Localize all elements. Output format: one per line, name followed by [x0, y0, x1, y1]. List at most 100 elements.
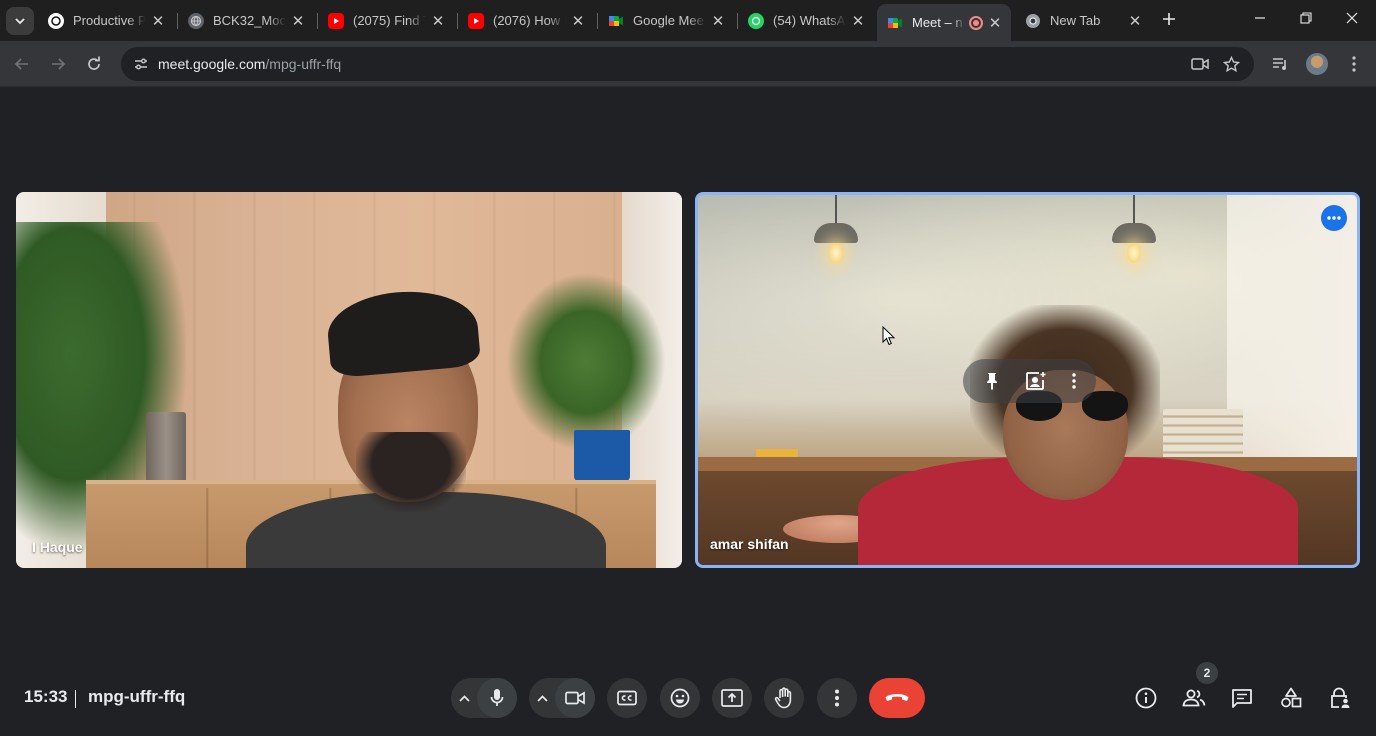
- leave-call-button[interactable]: [869, 678, 925, 718]
- camera-in-use-button[interactable]: [1188, 52, 1212, 76]
- browser-tab[interactable]: (2075) Find T ✕: [318, 6, 454, 35]
- participant-video: [356, 432, 466, 512]
- restore-button[interactable]: [1294, 8, 1318, 32]
- globe-icon: [188, 12, 204, 29]
- youtube-icon: [468, 12, 484, 29]
- people-icon: [1182, 689, 1206, 707]
- lamp-cord: [1133, 195, 1135, 223]
- audio-settings-button[interactable]: [451, 678, 477, 718]
- browser-tab[interactable]: (2076) How I ✕: [458, 6, 594, 35]
- frame-person-icon: [1025, 372, 1045, 390]
- browser-tab-active[interactable]: Meet – n ✕: [877, 4, 1011, 41]
- participant-name: I Haque: [32, 539, 83, 555]
- close-icon: [1346, 12, 1358, 24]
- browser-menu-button[interactable]: [1342, 52, 1366, 76]
- reload-button[interactable]: [82, 52, 106, 76]
- more-vert-icon: [1352, 56, 1356, 72]
- participant-tile-active-speaker[interactable]: amar shifan: [695, 192, 1360, 568]
- tab-title: (2076) How I: [493, 13, 566, 28]
- lock-person-icon: [1331, 687, 1350, 708]
- activities-button[interactable]: [1273, 680, 1309, 716]
- media-control-button[interactable]: [1268, 52, 1292, 76]
- new-tab-button[interactable]: [1157, 8, 1181, 32]
- close-icon[interactable]: ✕: [430, 12, 446, 30]
- close-icon[interactable]: ✕: [850, 12, 866, 30]
- avatar: [1306, 53, 1328, 75]
- pendant-lamp: [814, 223, 858, 243]
- browser-tab[interactable]: New Tab ✕: [1015, 6, 1151, 35]
- tile-hover-controls: [963, 359, 1096, 403]
- tab-title: Meet – n: [912, 15, 963, 30]
- back-button[interactable]: [10, 52, 34, 76]
- browser-tab[interactable]: (54) WhatsA ✕: [738, 6, 874, 35]
- forward-button[interactable]: [46, 52, 70, 76]
- info-icon: [1135, 687, 1157, 709]
- star-icon: [1222, 55, 1240, 72]
- youtube-icon: [328, 12, 344, 29]
- close-icon[interactable]: ✕: [290, 12, 306, 30]
- site-info-icon[interactable]: [129, 52, 153, 76]
- participant-tile[interactable]: I Haque: [16, 192, 682, 568]
- meeting-clock: 15:33: [24, 687, 68, 706]
- close-window-button[interactable]: [1340, 8, 1364, 32]
- emoji-icon: [670, 688, 690, 708]
- video-camera-icon: [1191, 58, 1209, 70]
- captions-button[interactable]: [607, 678, 647, 718]
- whatsapp-icon: [748, 12, 764, 29]
- more-horiz-icon: [1327, 216, 1341, 220]
- google-meet-icon: [887, 15, 903, 31]
- plant: [506, 272, 666, 452]
- meeting-details-button[interactable]: [1128, 680, 1164, 716]
- close-icon[interactable]: ✕: [150, 12, 166, 30]
- closed-captions-icon: [617, 690, 637, 706]
- pendant-lamp: [1112, 223, 1156, 243]
- close-icon[interactable]: ✕: [570, 12, 586, 30]
- close-icon[interactable]: ✕: [987, 14, 1003, 32]
- hand-icon: [774, 687, 792, 709]
- plus-icon: [1163, 13, 1175, 25]
- minimize-button[interactable]: [1248, 8, 1272, 32]
- chatgpt-icon: [48, 12, 64, 29]
- tile-more-options-button[interactable]: [1071, 373, 1076, 389]
- tab-title: (2075) Find T: [353, 13, 426, 28]
- media-queue-icon: [1272, 58, 1286, 70]
- url-path: /mpg-uffr-ffq: [265, 56, 342, 72]
- more-options-button[interactable]: [817, 678, 857, 718]
- bookmark-button[interactable]: [1219, 52, 1243, 76]
- pin-button[interactable]: [984, 371, 1000, 391]
- microphone-button[interactable]: [477, 678, 517, 718]
- browser-tab[interactable]: Productive P ✕: [38, 6, 174, 35]
- browser-tab[interactable]: Google Mee ✕: [598, 6, 734, 35]
- tab-title: BCK32_Mock: [213, 13, 286, 28]
- microphone-icon: [490, 689, 504, 706]
- present-screen-button[interactable]: [712, 678, 752, 718]
- mouse-cursor-icon: [882, 326, 896, 346]
- video-settings-button[interactable]: [529, 678, 555, 718]
- reactions-button[interactable]: [660, 678, 700, 718]
- address-bar[interactable]: meet.google.com/mpg-uffr-ffq: [121, 47, 1254, 81]
- people-button[interactable]: [1176, 680, 1212, 716]
- shapes-icon: [1281, 687, 1302, 708]
- chevron-up-icon: [458, 694, 470, 702]
- tab-title: Productive P: [73, 13, 146, 28]
- chevron-up-icon: [536, 694, 548, 702]
- browser-tab[interactable]: BCK32_Mock ✕: [178, 6, 314, 35]
- chat-icon: [1232, 689, 1252, 708]
- close-icon[interactable]: ✕: [710, 12, 726, 30]
- profile-avatar[interactable]: [1305, 52, 1329, 76]
- chat-button[interactable]: [1224, 680, 1260, 716]
- tab-search-button[interactable]: [6, 7, 34, 35]
- more-vert-icon: [835, 689, 839, 707]
- participant-options-button[interactable]: [1321, 205, 1347, 231]
- close-icon[interactable]: ✕: [1127, 12, 1143, 30]
- vase: [146, 412, 186, 482]
- microphone-group: [451, 678, 517, 718]
- more-vert-icon: [1071, 373, 1076, 389]
- raise-hand-button[interactable]: [764, 678, 804, 718]
- frame-person-button[interactable]: [1025, 371, 1047, 391]
- camera-button[interactable]: [555, 678, 595, 718]
- tab-title: (54) WhatsA: [773, 13, 846, 28]
- meeting-controls-bar: 15:33 mpg-uffr-ffq 2: [0, 662, 1376, 736]
- chrome-icon: [1025, 13, 1041, 29]
- host-controls-button[interactable]: [1322, 680, 1358, 716]
